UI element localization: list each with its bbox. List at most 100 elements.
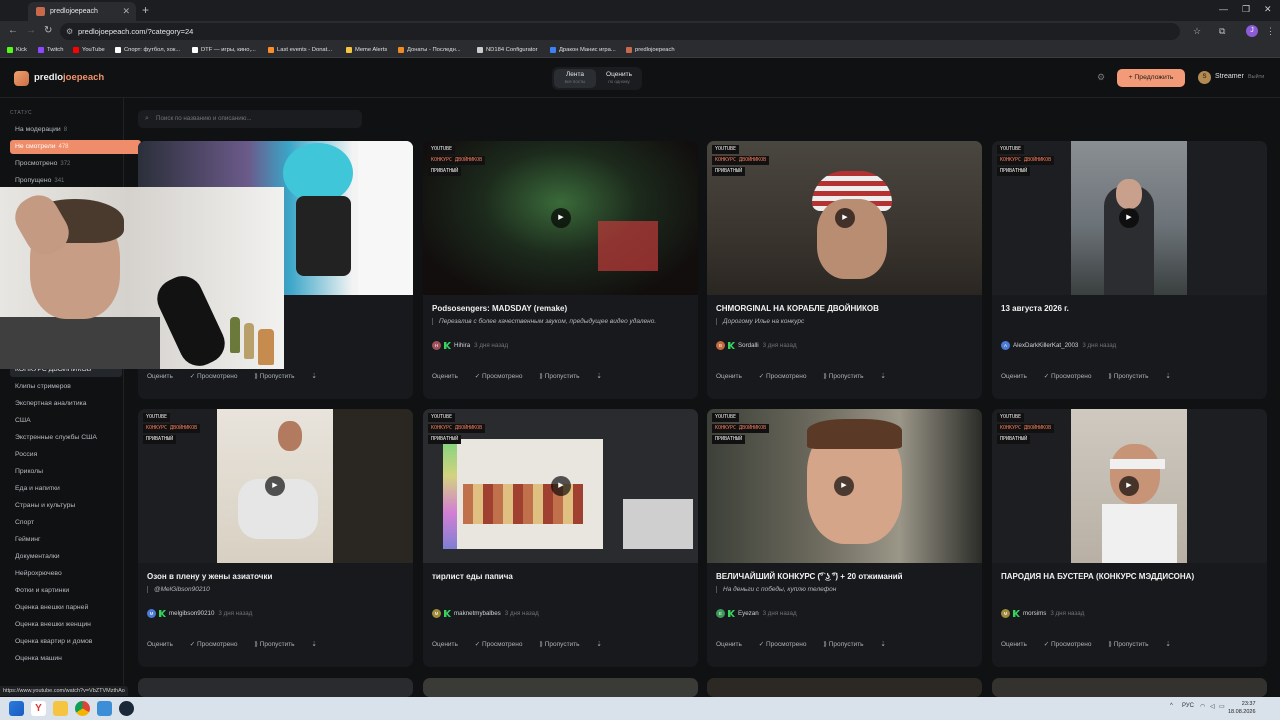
status-on-moderation[interactable]: На модерации 8	[10, 123, 142, 137]
category-item[interactable]: Гейминг	[10, 533, 142, 547]
author-name[interactable]: Hihira	[454, 342, 470, 349]
video-card-partial[interactable]	[707, 678, 982, 697]
video-card[interactable]: YOUTUBE КОНКУРС ДВОЙНИКОВ ПРИВАТНЫЙ ▶ Оз…	[138, 409, 413, 667]
rate-button[interactable]: Оценить	[716, 373, 742, 380]
bookmark-nd184[interactable]: ND184 Configurator	[477, 44, 538, 56]
bookmark-twitch[interactable]: Twitch	[38, 44, 63, 56]
bookmark-youtube[interactable]: YouTube	[73, 44, 105, 56]
pin-icon[interactable]: ⇣	[1165, 640, 1170, 648]
bookmark-star-icon[interactable]: ☆	[1193, 26, 1201, 37]
browser-menu-icon[interactable]: ⋮	[1266, 26, 1275, 37]
rate-button[interactable]: Оценить	[432, 641, 458, 648]
category-item[interactable]: Оценка внешки парней	[10, 601, 142, 615]
category-item[interactable]: Оценка квартир и домов	[10, 635, 142, 649]
card-title[interactable]: CHMORGINAL НА КОРАБЛЕ ДВОЙНИКОВ	[716, 304, 879, 313]
author-name[interactable]: Sordalli	[738, 342, 759, 349]
forward-icon[interactable]: →	[26, 25, 36, 36]
site-logo[interactable]: predlojoepeach	[34, 72, 104, 83]
rate-button[interactable]: Оценить	[147, 641, 173, 648]
back-icon[interactable]: ←	[8, 25, 18, 36]
skip-button[interactable]: ⟫ Пропустить	[1108, 640, 1148, 648]
pin-icon[interactable]: ⇣	[1165, 372, 1170, 380]
bookmark-kick[interactable]: Kick	[7, 44, 27, 56]
video-card-partial[interactable]	[992, 678, 1267, 697]
logout-link[interactable]: Выйти	[1248, 74, 1264, 80]
reload-icon[interactable]: ↻	[44, 25, 52, 36]
skip-button[interactable]: ⟫ Пропустить	[1108, 372, 1148, 380]
skip-button[interactable]: ⟫ Пропустить	[539, 372, 579, 380]
skip-button[interactable]: ⟫ Пропустить	[823, 640, 863, 648]
url-bar[interactable]: ⚙ predlojoepeach.com/?category=24	[60, 23, 1180, 40]
card-title[interactable]: ПАРОДИЯ НА БУСТЕРА (КОНКУРС МЭДДИСОНА)	[1001, 572, 1194, 581]
video-thumbnail[interactable]: YOUTUBE КОНКУРС ДВОЙНИКОВ ПРИВАТНЫЙ ▶	[992, 141, 1267, 295]
pin-icon[interactable]: ⇣	[596, 372, 601, 380]
rate-button[interactable]: Оценить	[716, 641, 742, 648]
category-item[interactable]: Спорт	[10, 516, 142, 530]
pin-icon[interactable]: ⇣	[311, 372, 316, 380]
close-tab-icon[interactable]: ✕	[122, 2, 130, 21]
close-window-icon[interactable]: ✕	[1264, 4, 1272, 15]
video-card[interactable]: YOUTUBE КОНКУРС ДВОЙНИКОВ ПРИВАТНЫЙ ▶ ПА…	[992, 409, 1267, 667]
category-item[interactable]: Еда и напитки	[10, 482, 142, 496]
watched-button[interactable]: ✓ Просмотрено	[1044, 372, 1092, 380]
video-card[interactable]: YOUTUBE КОНКУРС ДВОЙНИКОВ ПРИВАТНЫЙ ▶ ти…	[423, 409, 698, 667]
video-card-partial[interactable]	[423, 678, 698, 697]
category-item[interactable]: Страны и культуры	[10, 499, 142, 513]
tab-feed[interactable]: Лента все посты	[554, 69, 596, 88]
propose-button[interactable]: + Предложить	[1117, 69, 1185, 87]
author-name[interactable]: maknetmybalbes	[454, 610, 501, 617]
status-skipped[interactable]: Пропущено 341	[10, 174, 142, 188]
tab-rate[interactable]: Оценить по одному	[598, 69, 640, 88]
card-title[interactable]: ВЕЛИЧАЙШИЙ КОНКУРС (͡° ͜ʖ ͡°) + 20 отжим…	[716, 572, 903, 581]
chrome-icon[interactable]	[75, 701, 90, 716]
pin-icon[interactable]: ⇣	[311, 640, 316, 648]
watched-button[interactable]: ✓ Просмотрено	[190, 372, 238, 380]
card-title[interactable]: Podsosengers: MADSDAY (remake)	[432, 304, 567, 313]
rate-button[interactable]: Оценить	[1001, 373, 1027, 380]
play-icon[interactable]: ▶	[551, 208, 571, 228]
skip-button[interactable]: ⟫ Пропустить	[823, 372, 863, 380]
play-icon[interactable]: ▶	[265, 476, 285, 496]
category-item[interactable]: Россия	[10, 448, 142, 462]
extensions-icon[interactable]: ⧉	[1219, 26, 1225, 37]
battery-icon[interactable]: ▭	[1219, 703, 1225, 710]
bookmark-dragon[interactable]: Дракон Манис игра...	[550, 44, 616, 56]
play-icon[interactable]: ▶	[1119, 476, 1139, 496]
play-icon[interactable]: ▶	[835, 208, 855, 228]
bookmark-meme-alerts[interactable]: Meme Alerts	[346, 44, 387, 56]
search-input[interactable]: ⌕ Поиск по названию и описанию...	[138, 110, 362, 128]
maximize-icon[interactable]: ❐	[1242, 4, 1250, 15]
yandex-browser-icon[interactable]: Y	[31, 701, 46, 716]
bookmark-predlojoepeach[interactable]: predlojoepeach	[626, 44, 675, 56]
notepad-icon[interactable]	[97, 701, 112, 716]
profile-avatar[interactable]: J	[1246, 25, 1258, 37]
category-item[interactable]: Оценка внешки женщин	[10, 618, 142, 632]
category-item[interactable]: Приколы	[10, 465, 142, 479]
author-name[interactable]: melgibson90210	[169, 610, 214, 617]
card-title[interactable]: Озон в плену у жены азиаточки	[147, 572, 272, 581]
volume-icon[interactable]: ◁	[1210, 703, 1215, 710]
system-clock[interactable]: 23:37 18.08.2026	[1228, 700, 1256, 716]
status-watched[interactable]: Просмотрено 372	[10, 157, 142, 171]
video-card[interactable]: YOUTUBE КОНКУРС ДВОЙНИКОВ ПРИВАТНЫЙ ▶ ВЕ…	[707, 409, 982, 667]
play-icon[interactable]: ▶	[1119, 208, 1139, 228]
skip-button[interactable]: ⟫ Пропустить	[254, 640, 294, 648]
category-item[interactable]: Экстренные службы США	[10, 431, 142, 445]
tray-chevron-icon[interactable]: ^	[1170, 703, 1173, 709]
watched-button[interactable]: ✓ Просмотрено	[190, 640, 238, 648]
rate-button[interactable]: Оценить	[1001, 641, 1027, 648]
video-card[interactable]: YOUTUBE КОНКУРС ДВОЙНИКОВ ПРИВАТНЫЙ ▶ CH…	[707, 141, 982, 399]
bookmark-donat-events[interactable]: Last events - Donat...	[268, 44, 332, 56]
new-tab-icon[interactable]: +	[142, 3, 149, 17]
site-info-icon[interactable]: ⚙	[66, 23, 73, 40]
play-icon[interactable]: ▶	[834, 476, 854, 496]
category-item[interactable]: Оценка машин	[10, 652, 142, 666]
language-indicator[interactable]: РУС	[1182, 703, 1194, 709]
play-icon[interactable]: ▶	[551, 476, 571, 496]
user-avatar[interactable]: S	[1198, 71, 1211, 84]
rate-button[interactable]: Оценить	[147, 373, 173, 380]
category-item[interactable]: Клипы стримеров	[10, 380, 142, 394]
file-explorer-icon[interactable]	[53, 701, 68, 716]
browser-tab[interactable]: predlojoepeach ✕	[28, 2, 136, 21]
pin-icon[interactable]: ⇣	[596, 640, 601, 648]
